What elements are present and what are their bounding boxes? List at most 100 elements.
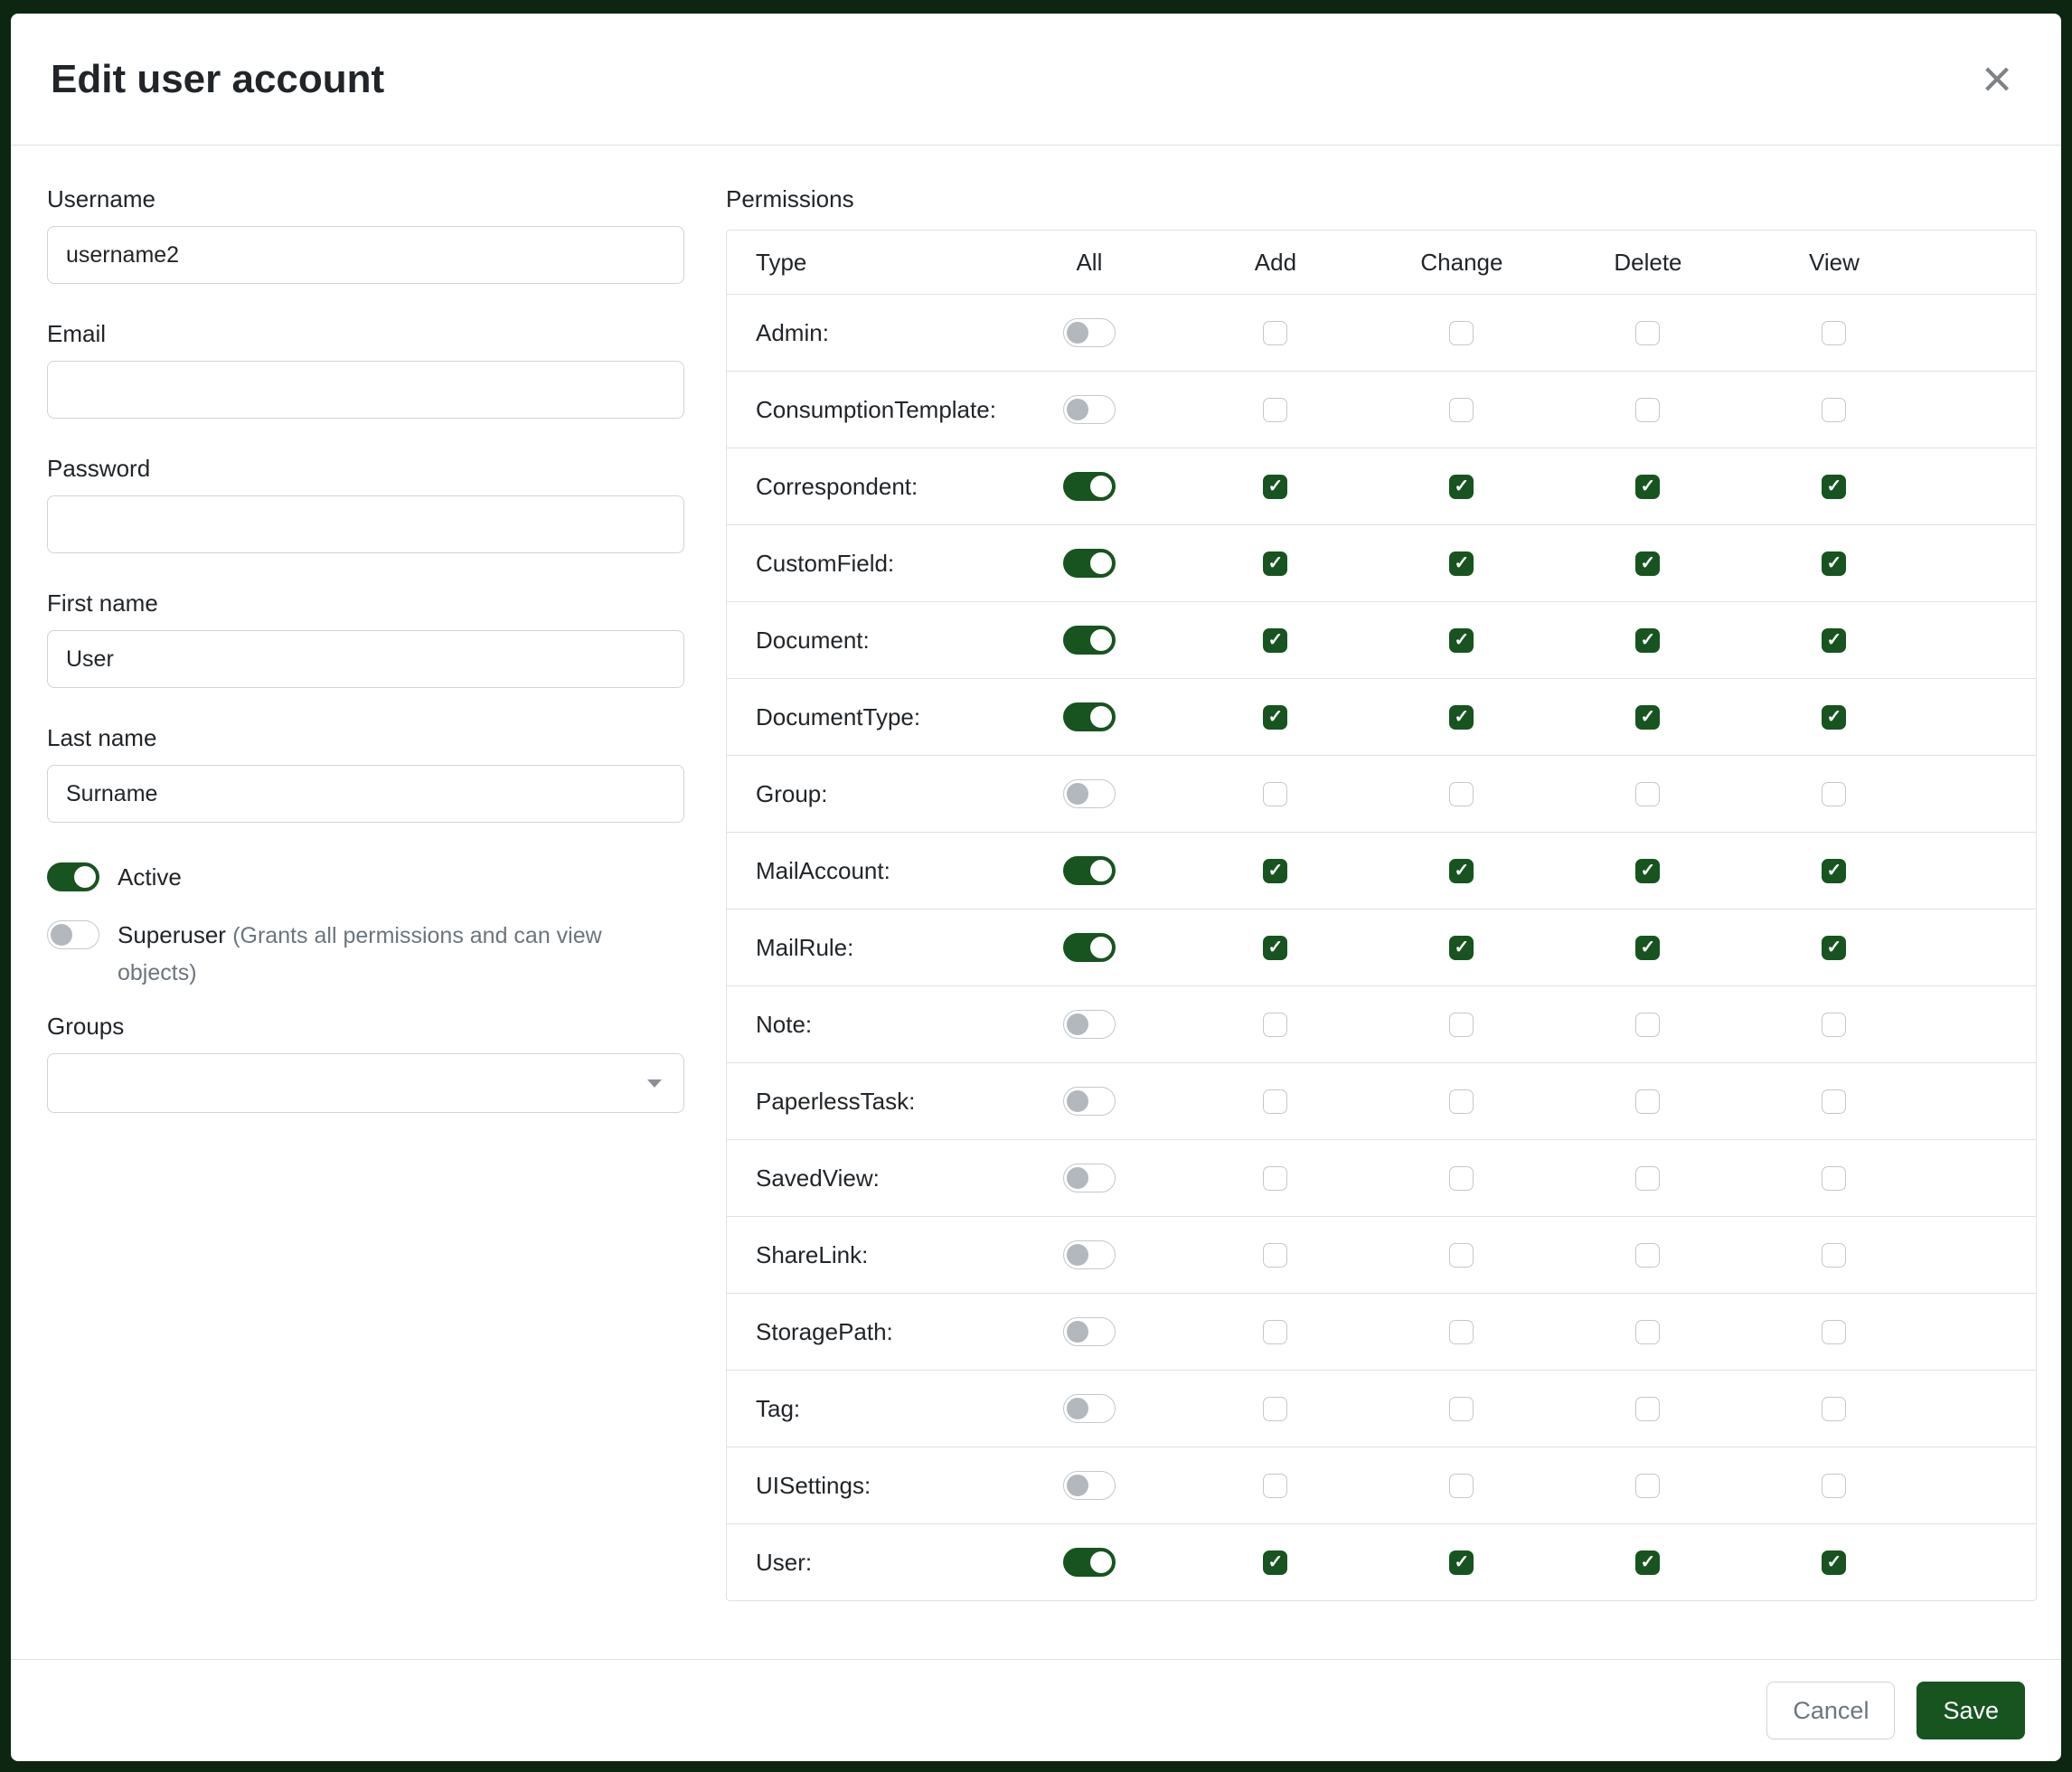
delete-checkbox[interactable]: [1635, 398, 1660, 422]
view-checkbox[interactable]: [1822, 321, 1846, 345]
add-checkbox[interactable]: [1263, 705, 1287, 730]
delete-checkbox[interactable]: [1635, 1243, 1660, 1268]
add-checkbox[interactable]: [1263, 936, 1287, 960]
all-toggle[interactable]: [1063, 1010, 1116, 1039]
add-checkbox[interactable]: [1263, 859, 1287, 883]
view-checkbox[interactable]: [1822, 398, 1846, 422]
add-checkbox[interactable]: [1263, 398, 1287, 422]
change-checkbox[interactable]: [1449, 1089, 1474, 1114]
delete-checkbox[interactable]: [1635, 1320, 1660, 1344]
all-toggle[interactable]: [1063, 1394, 1116, 1423]
view-checkbox[interactable]: [1822, 1243, 1846, 1268]
add-checkbox[interactable]: [1263, 551, 1287, 576]
permissions-table: Type All Add Change Delete View Admin: C…: [726, 230, 2037, 1601]
cancel-button[interactable]: Cancel: [1766, 1682, 1895, 1739]
all-toggle[interactable]: [1063, 318, 1116, 347]
username-input[interactable]: [47, 226, 684, 284]
view-checkbox[interactable]: [1822, 1166, 1846, 1191]
change-checkbox[interactable]: [1449, 1013, 1474, 1037]
change-checkbox[interactable]: [1449, 1320, 1474, 1344]
delete-checkbox[interactable]: [1635, 936, 1660, 960]
delete-checkbox[interactable]: [1635, 321, 1660, 345]
delete-checkbox[interactable]: [1635, 628, 1660, 653]
delete-checkbox[interactable]: [1635, 1474, 1660, 1498]
column-header-add: Add: [1182, 249, 1369, 277]
add-checkbox[interactable]: [1263, 1397, 1287, 1421]
all-toggle[interactable]: [1063, 1164, 1116, 1192]
view-checkbox[interactable]: [1822, 628, 1846, 653]
all-toggle[interactable]: [1063, 1317, 1116, 1346]
change-checkbox[interactable]: [1449, 398, 1474, 422]
delete-checkbox[interactable]: [1635, 782, 1660, 806]
all-toggle[interactable]: [1063, 1087, 1116, 1116]
change-checkbox[interactable]: [1449, 321, 1474, 345]
add-checkbox[interactable]: [1263, 1474, 1287, 1498]
add-checkbox[interactable]: [1263, 1166, 1287, 1191]
delete-checkbox[interactable]: [1635, 475, 1660, 499]
add-checkbox[interactable]: [1263, 1243, 1287, 1268]
change-checkbox[interactable]: [1449, 782, 1474, 806]
change-checkbox[interactable]: [1449, 1397, 1474, 1421]
view-checkbox[interactable]: [1822, 936, 1846, 960]
save-button[interactable]: Save: [1917, 1682, 2025, 1739]
change-checkbox[interactable]: [1449, 475, 1474, 499]
delete-checkbox[interactable]: [1635, 859, 1660, 883]
view-checkbox[interactable]: [1822, 1474, 1846, 1498]
view-checkbox[interactable]: [1822, 1397, 1846, 1421]
permission-type-label: MailAccount:: [727, 857, 996, 885]
password-field[interactable]: [47, 495, 684, 553]
change-checkbox[interactable]: [1449, 1474, 1474, 1498]
delete-checkbox[interactable]: [1635, 1550, 1660, 1575]
superuser-toggle[interactable]: [47, 920, 99, 949]
delete-checkbox[interactable]: [1635, 705, 1660, 730]
first-name-field[interactable]: [47, 630, 684, 688]
groups-select[interactable]: [47, 1053, 684, 1113]
all-toggle[interactable]: [1063, 933, 1116, 962]
change-checkbox[interactable]: [1449, 936, 1474, 960]
change-checkbox[interactable]: [1449, 551, 1474, 576]
delete-checkbox[interactable]: [1635, 1397, 1660, 1421]
add-checkbox[interactable]: [1263, 782, 1287, 806]
change-checkbox[interactable]: [1449, 1550, 1474, 1575]
all-toggle[interactable]: [1063, 1240, 1116, 1269]
delete-checkbox[interactable]: [1635, 551, 1660, 576]
change-checkbox[interactable]: [1449, 1166, 1474, 1191]
all-toggle[interactable]: [1063, 1471, 1116, 1500]
all-toggle[interactable]: [1063, 626, 1116, 655]
change-checkbox[interactable]: [1449, 705, 1474, 730]
view-checkbox[interactable]: [1822, 551, 1846, 576]
add-checkbox[interactable]: [1263, 1013, 1287, 1037]
view-checkbox[interactable]: [1822, 1320, 1846, 1344]
email-field[interactable]: [47, 361, 684, 419]
add-checkbox[interactable]: [1263, 1550, 1287, 1575]
all-toggle[interactable]: [1063, 472, 1116, 501]
add-checkbox[interactable]: [1263, 321, 1287, 345]
view-checkbox[interactable]: [1822, 1089, 1846, 1114]
change-checkbox[interactable]: [1449, 628, 1474, 653]
close-icon[interactable]: ×: [1973, 50, 2021, 109]
view-checkbox[interactable]: [1822, 1550, 1846, 1575]
delete-checkbox[interactable]: [1635, 1013, 1660, 1037]
add-checkbox[interactable]: [1263, 1089, 1287, 1114]
delete-checkbox[interactable]: [1635, 1166, 1660, 1191]
all-toggle[interactable]: [1063, 395, 1116, 424]
all-toggle[interactable]: [1063, 779, 1116, 808]
all-toggle[interactable]: [1063, 702, 1116, 731]
add-checkbox[interactable]: [1263, 475, 1287, 499]
permission-type-label: Correspondent:: [727, 473, 996, 501]
view-checkbox[interactable]: [1822, 705, 1846, 730]
change-checkbox[interactable]: [1449, 859, 1474, 883]
add-checkbox[interactable]: [1263, 1320, 1287, 1344]
view-checkbox[interactable]: [1822, 475, 1846, 499]
view-checkbox[interactable]: [1822, 782, 1846, 806]
all-toggle[interactable]: [1063, 1548, 1116, 1577]
view-checkbox[interactable]: [1822, 859, 1846, 883]
all-toggle[interactable]: [1063, 549, 1116, 578]
view-checkbox[interactable]: [1822, 1013, 1846, 1037]
all-toggle[interactable]: [1063, 856, 1116, 885]
active-toggle[interactable]: [47, 862, 99, 891]
change-checkbox[interactable]: [1449, 1243, 1474, 1268]
delete-checkbox[interactable]: [1635, 1089, 1660, 1114]
last-name-field[interactable]: [47, 765, 684, 823]
add-checkbox[interactable]: [1263, 628, 1287, 653]
